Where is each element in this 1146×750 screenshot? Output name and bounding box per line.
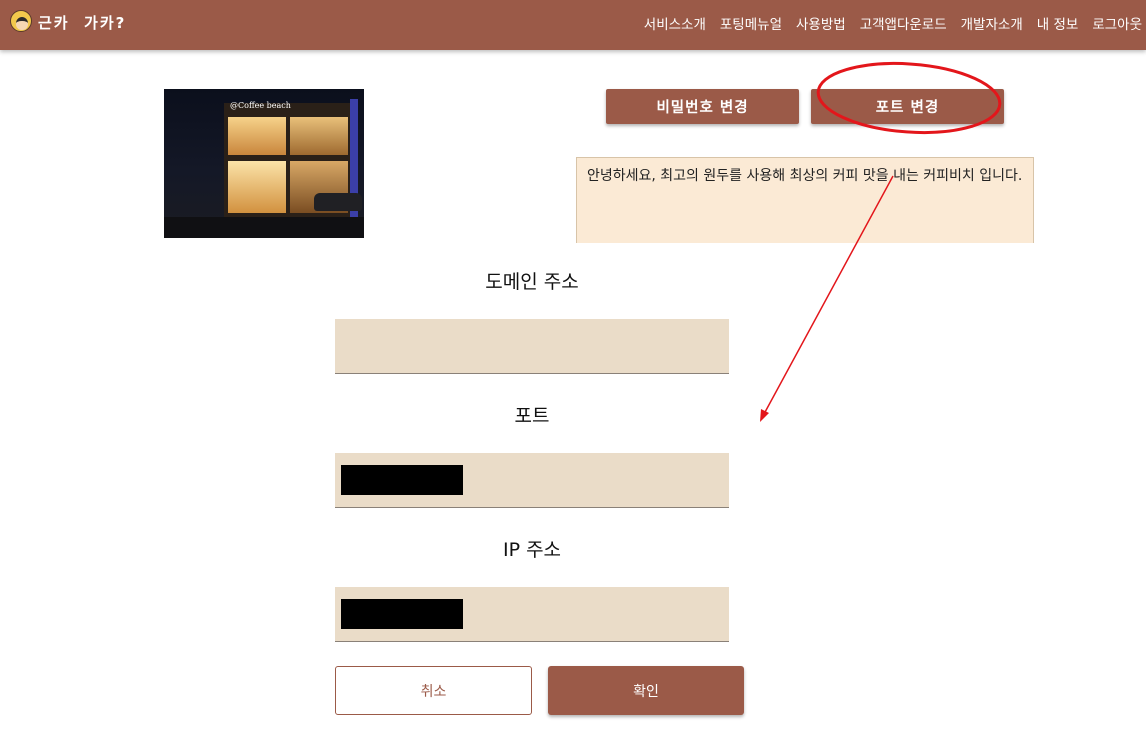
ip-label: IP 주소	[502, 539, 562, 561]
domain-input[interactable]	[335, 319, 729, 374]
change-port-button[interactable]: 포트 변경	[811, 89, 1004, 124]
redacted-port-value	[341, 465, 463, 495]
nav-how-to-use[interactable]: 사용방법	[796, 13, 846, 33]
nav-porting-manual[interactable]: 포팅메뉴얼	[720, 13, 782, 33]
port-label: 포트	[514, 405, 550, 427]
store-intro-text: 안녕하세요, 최고의 원두를 사용해 최상의 커피 맛을 내는 커피비치 입니다…	[576, 157, 1034, 243]
nav-customer-app-download[interactable]: 고객앱다운로드	[860, 13, 947, 33]
nav-developer-intro[interactable]: 개발자소개	[961, 13, 1023, 33]
ip-input[interactable]	[335, 587, 729, 642]
main-nav: 서비스소개 포팅메뉴얼 사용방법 고객앱다운로드 개발자소개 내 정보 로그아웃	[644, 13, 1142, 33]
nav-service-intro[interactable]: 서비스소개	[644, 13, 706, 33]
store-photo-sign: @Coffee beach	[230, 101, 291, 110]
change-password-button[interactable]: 비밀번호 변경	[606, 89, 799, 124]
nav-my-info[interactable]: 내 정보	[1037, 13, 1079, 33]
redacted-ip-value	[341, 599, 463, 629]
confirm-button[interactable]: 확인	[548, 666, 744, 715]
logo-icon[interactable]	[10, 10, 32, 32]
nav-logout[interactable]: 로그아웃	[1092, 13, 1142, 33]
brand-title[interactable]: 근카 가카?	[38, 12, 126, 33]
port-input[interactable]	[335, 453, 729, 508]
store-photo: @Coffee beach	[164, 89, 364, 238]
annotation-arrow-head	[760, 409, 769, 422]
cancel-button[interactable]: 취소	[335, 666, 532, 715]
domain-label: 도메인 주소	[485, 271, 579, 293]
top-navigation-bar: 근카 가카? 서비스소개 포팅메뉴얼 사용방법 고객앱다운로드 개발자소개 내 …	[0, 0, 1146, 50]
